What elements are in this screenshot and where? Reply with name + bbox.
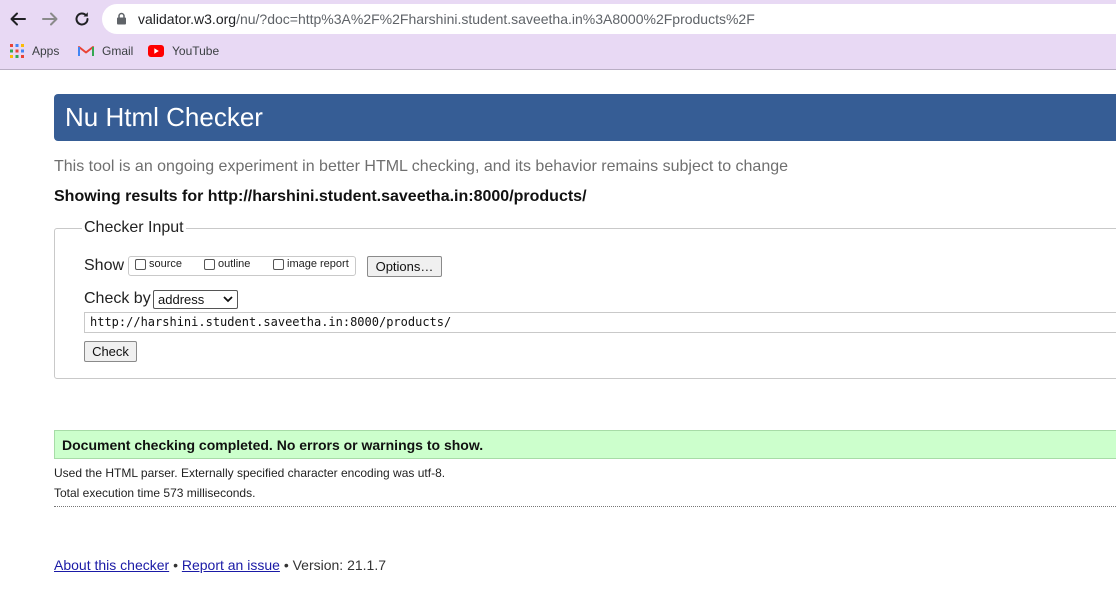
show-source-option[interactable]: source [135,258,182,270]
check-by-selected: address [158,292,205,307]
document-url-input[interactable]: http://harshini.student.saveetha.in:8000… [84,312,1116,333]
check-by-label: Check by [84,290,151,307]
lock-icon [117,12,126,25]
about-checker-link[interactable]: About this checker [54,557,169,573]
footer-separator: • [173,557,178,573]
results-divider [54,506,1116,507]
reload-icon [75,12,89,26]
source-checkbox[interactable] [135,258,146,270]
gmail-icon [78,46,94,56]
back-button[interactable] [4,5,32,33]
version-text: Version: 21.1.7 [292,557,387,573]
chevron-down-icon [223,296,233,303]
outline-checkbox[interactable] [204,258,215,270]
success-message-box: Document checking completed. No errors o… [54,430,1116,459]
header-banner: Nu Html Checker [54,94,1116,141]
browser-chrome: validator.w3.org/nu/?doc=http%3A%2F%2Fha… [0,0,1116,70]
showing-results-heading: Showing results for http://harshini.stud… [54,188,587,205]
chrome-divider [0,69,1116,70]
forward-button[interactable] [36,5,64,33]
url-host: validator.w3.org [138,11,237,27]
outline-label: outline [218,258,251,270]
show-outline-option[interactable]: outline [204,258,250,270]
arrow-left-icon [10,12,26,26]
bookmark-label: YouTube [172,44,220,58]
report-issue-link[interactable]: Report an issue [182,557,280,573]
arrow-right-icon [42,12,58,26]
parser-info: Used the HTML parser. Externally specifi… [54,466,446,480]
apps-grid-icon [10,44,24,58]
bookmark-gmail[interactable]: Gmail [78,40,133,62]
show-image-report-option[interactable]: image report [273,258,349,270]
bookmark-youtube[interactable]: YouTube [148,40,219,62]
page-title: Nu Html Checker [65,102,263,132]
image-report-label: image report [287,258,349,270]
show-label: Show [84,257,125,274]
address-bar[interactable]: validator.w3.org/nu/?doc=http%3A%2F%2Fha… [102,4,1116,34]
reload-button[interactable] [68,5,96,33]
footer-separator: • [283,557,289,573]
source-label: source [149,258,183,270]
youtube-icon [148,45,164,57]
options-button[interactable]: Options… [367,256,442,277]
bookmark-label: Gmail [102,44,134,58]
checker-input-legend: Checker Input [82,219,186,237]
execution-time: Total execution time 573 milliseconds. [54,486,256,500]
image-report-checkbox[interactable] [273,258,284,270]
check-by-select[interactable]: address [153,290,238,309]
check-button[interactable]: Check [84,341,137,362]
footer: About this checker • Report an issue • V… [54,557,386,573]
address-text[interactable]: validator.w3.org/nu/?doc=http%3A%2F%2Fha… [138,11,755,27]
bookmark-label: Apps [32,44,60,58]
bookmark-apps[interactable]: Apps [10,40,59,62]
tagline: This tool is an ongoing experiment in be… [54,158,789,175]
url-path: /nu/?doc=http%3A%2F%2Fharshini.student.s… [236,11,755,27]
success-message: Document checking completed. No errors o… [62,437,484,453]
